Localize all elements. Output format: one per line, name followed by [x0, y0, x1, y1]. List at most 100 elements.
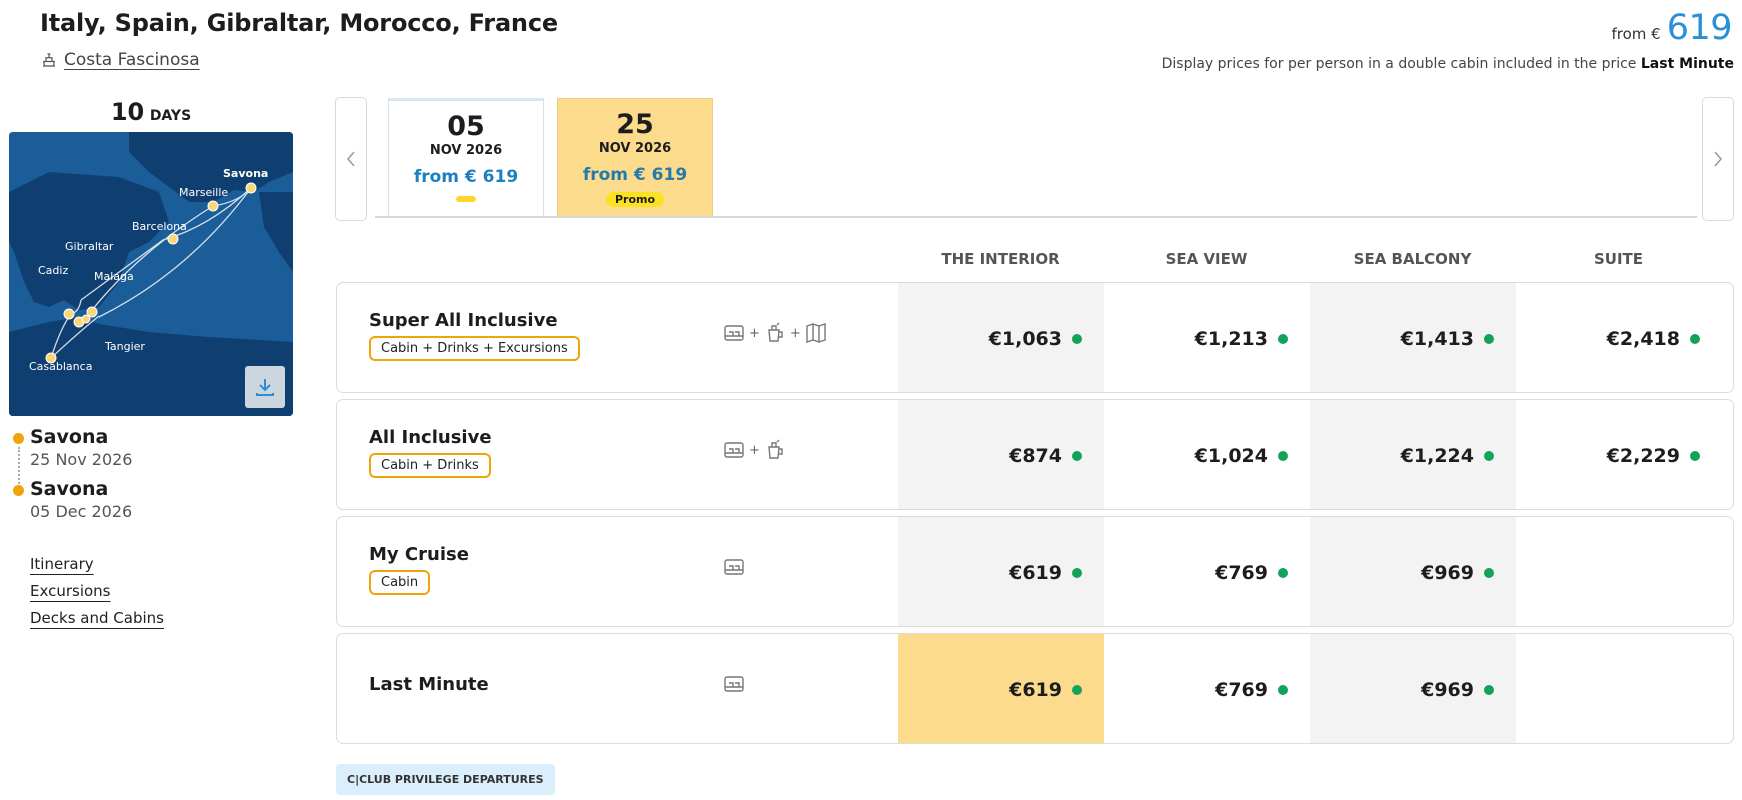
side-links: Itinerary Excursions Decks and Cabins — [30, 555, 164, 627]
bed-icon — [724, 559, 744, 575]
ship-name[interactable]: Costa Fascinosa — [64, 50, 200, 70]
date-month: NOV 2026 — [598, 141, 672, 156]
price-sea-balcony[interactable]: €1,224 — [1310, 400, 1516, 509]
price-sea-balcony[interactable]: €969 — [1310, 517, 1516, 626]
arrival-port-date: 05 Dec 2026 — [30, 502, 133, 521]
price-sea-view[interactable]: €1,024 — [1104, 400, 1310, 509]
availability-dot — [1278, 684, 1288, 695]
departure-port-date: 25 Nov 2026 — [30, 450, 133, 469]
availability-dot — [1278, 567, 1288, 578]
price-value: €769 — [1215, 561, 1268, 584]
price-note: Display prices for per person in a doubl… — [1162, 56, 1734, 72]
ship-link[interactable]: Costa Fascinosa — [40, 50, 200, 70]
price-sea-balcony[interactable]: €969 — [1310, 634, 1516, 743]
drink-icon — [768, 322, 783, 342]
price-value: €769 — [1215, 678, 1268, 701]
price-value: €1,024 — [1194, 444, 1268, 467]
price-interior[interactable]: €874 — [898, 400, 1104, 509]
map-label-savona: Savona — [223, 167, 268, 180]
availability-dot — [1072, 333, 1082, 344]
cruise-title: Italy, Spain, Gibraltar, Morocco, France — [40, 9, 558, 37]
price-value: €619 — [1009, 678, 1062, 701]
fare-icons — [722, 555, 746, 579]
days-number: 10 — [110, 98, 145, 126]
club-privilege-badge[interactable]: C|CLUB PRIVILEGE DEPARTURES — [336, 764, 555, 795]
availability-dot — [1278, 450, 1288, 461]
col-suite: SUITE — [1593, 250, 1644, 268]
date-day: 05 — [447, 111, 485, 142]
availability-dot — [1484, 450, 1494, 461]
col-sea-balcony: SEA BALCONY — [1353, 250, 1472, 268]
download-icon — [256, 379, 274, 396]
availability-dot — [1072, 684, 1082, 695]
price-interior-selected[interactable]: €619 — [898, 634, 1104, 743]
price-suite[interactable]: €2,229 — [1516, 400, 1722, 509]
fare-name: All Inclusive — [369, 427, 492, 448]
price-sea-balcony[interactable]: €1,413 — [1310, 283, 1516, 392]
map-icon — [806, 323, 826, 343]
excursions-link[interactable]: Excursions — [30, 582, 164, 600]
map-download-button[interactable] — [245, 366, 285, 408]
fare-tag: Cabin + Drinks + Excursions — [369, 336, 580, 361]
date-indicator — [456, 196, 476, 202]
map-label-marseille: Marseille — [179, 186, 228, 199]
itinerary-map[interactable]: Savona Marseille Barcelona Gibraltar Cad… — [9, 132, 293, 416]
dates-next-button[interactable] — [1702, 97, 1734, 221]
arrival-dot — [13, 485, 24, 496]
fare-name: Last Minute — [369, 674, 489, 695]
price-value: €874 — [1009, 444, 1062, 467]
price-suite[interactable]: €2,418 — [1516, 283, 1722, 392]
price-suite-empty — [1516, 634, 1722, 743]
price-value: €969 — [1421, 561, 1474, 584]
days-label: DAYS — [149, 108, 192, 124]
price-suite-empty — [1516, 517, 1722, 626]
plus-sign: + — [749, 442, 760, 458]
date-from-price: from € 619 — [582, 165, 688, 185]
fare-tag: Cabin — [369, 570, 431, 595]
availability-dot — [1278, 333, 1288, 344]
price-value: €1,213 — [1194, 327, 1268, 350]
price-value: €1,413 — [1400, 327, 1474, 350]
price-sea-view[interactable]: €769 — [1104, 634, 1310, 743]
drink-icon — [768, 439, 783, 459]
plus-sign: + — [789, 325, 801, 341]
availability-dot — [1484, 333, 1494, 344]
col-interior: THE INTERIOR — [941, 250, 1060, 268]
route-dotted-line — [18, 447, 20, 487]
price-note-text: Display prices for per person in a doubl… — [1161, 56, 1637, 72]
price-sea-view[interactable]: €1,213 — [1104, 283, 1310, 392]
availability-dot — [1072, 567, 1082, 578]
date-from-price: from € 619 — [413, 167, 519, 187]
promo-badge: Promo — [605, 192, 665, 207]
col-sea-view: SEA VIEW — [1165, 250, 1248, 268]
availability-dot — [1690, 333, 1700, 344]
fare-icons — [722, 672, 746, 696]
map-label-casablanca: Casablanca — [29, 360, 92, 373]
map-label-barcelona: Barcelona — [132, 220, 187, 233]
itinerary-link[interactable]: Itinerary — [30, 555, 164, 573]
price-note-bold: Last Minute — [1640, 56, 1734, 72]
bed-icon — [724, 442, 744, 458]
date-option[interactable]: 05 NOV 2026 from € 619 — [388, 98, 544, 216]
fare-tag: Cabin + Drinks — [369, 453, 491, 478]
price-interior[interactable]: €619 — [898, 517, 1104, 626]
departure-port-name: Savona — [30, 426, 109, 448]
price-value: €1,224 — [1400, 444, 1474, 467]
departure-dot — [13, 433, 24, 444]
from-price-block: from € 619 — [1611, 8, 1732, 48]
dates-prev-button[interactable] — [335, 97, 367, 221]
fare-name: Super All Inclusive — [369, 310, 558, 331]
map-label-tangier: Tangier — [104, 340, 145, 353]
plus-sign: + — [749, 325, 760, 341]
price-interior[interactable]: €1,063 — [898, 283, 1104, 392]
decks-and-cabins-link[interactable]: Decks and Cabins — [30, 609, 164, 627]
price-sea-view[interactable]: €769 — [1104, 517, 1310, 626]
from-price: 619 — [1666, 8, 1733, 48]
availability-dot — [1072, 450, 1082, 461]
date-option-selected[interactable]: 25 NOV 2026 from € 619 Promo — [557, 98, 713, 216]
arrival-port: Savona 05 Dec 2026 — [30, 478, 132, 521]
fare-icons: + + — [722, 321, 828, 345]
date-month: NOV 2026 — [429, 143, 503, 158]
map-label-gibraltar: Gibraltar — [65, 240, 114, 253]
availability-dot — [1484, 567, 1494, 578]
